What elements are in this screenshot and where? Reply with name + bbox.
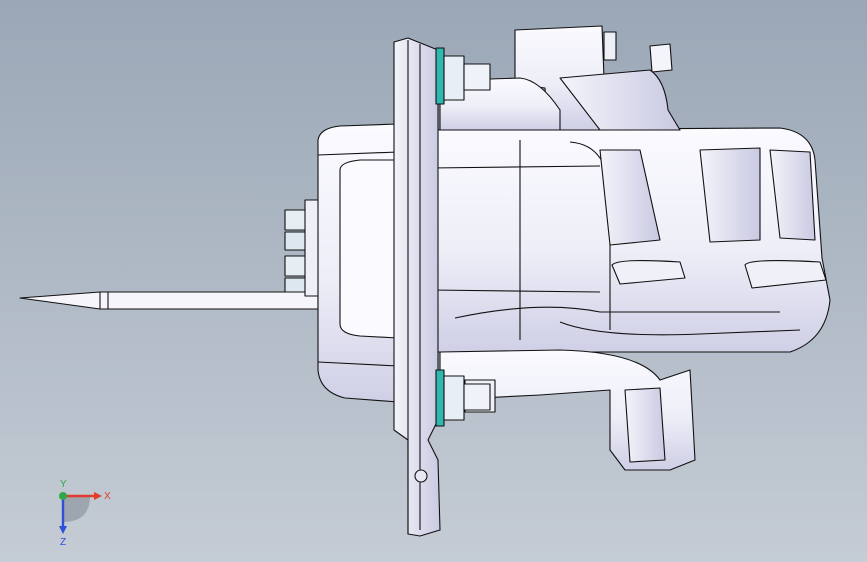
actuator-model[interactable]	[19, 25, 831, 537]
y-axis-dot-icon	[59, 492, 67, 500]
rear-housing[interactable]	[317, 123, 399, 403]
y-axis-label: Y	[60, 479, 67, 490]
triad-shadow	[63, 496, 90, 522]
x-axis-label: X	[104, 491, 111, 502]
z-axis-label: Z	[60, 537, 66, 548]
model-viewport[interactable]	[0, 0, 867, 562]
main-body[interactable]	[429, 127, 831, 353]
actuator-rod[interactable]	[19, 291, 319, 310]
rod-nut-stack[interactable]	[284, 199, 320, 297]
x-axis-arrow-icon	[94, 492, 102, 500]
z-axis-arrow-icon	[59, 526, 67, 534]
axis-triad: X Y Z	[59, 479, 111, 548]
mounting-flange[interactable]	[393, 37, 441, 537]
